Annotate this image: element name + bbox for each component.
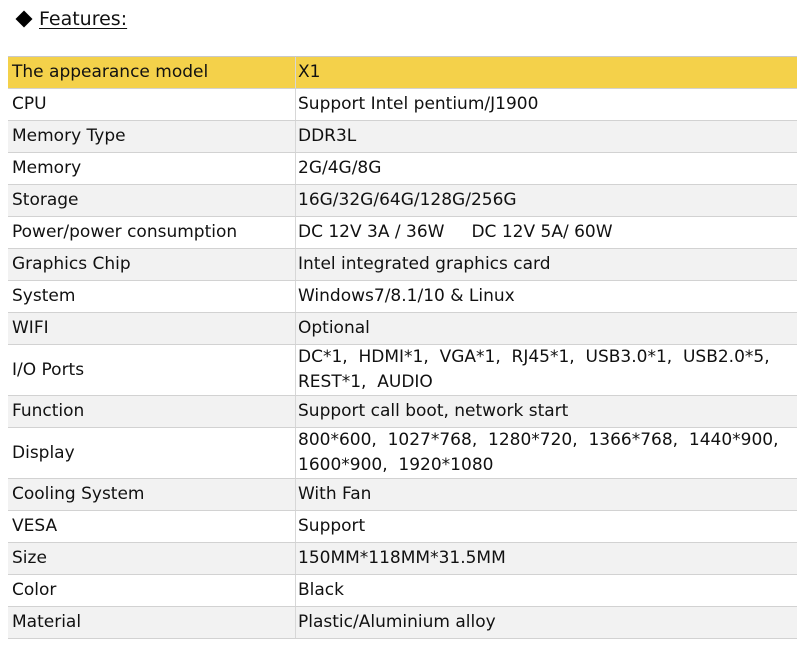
spec-label: VESA <box>8 511 296 542</box>
spec-label: Material <box>8 607 296 638</box>
spec-label: Memory <box>8 153 296 184</box>
spec-row-function: Function Support call boot, network star… <box>8 396 797 428</box>
spec-label: Storage <box>8 185 296 216</box>
spec-value: DDR3L <box>298 126 357 146</box>
spec-label: Cooling System <box>8 479 296 510</box>
spec-value: Windows7/8.1/10 & Linux <box>298 286 515 306</box>
spec-value: 800*600, 1027*768, 1280*720, 1366*768, 1… <box>298 430 790 475</box>
features-title: Features: <box>39 8 128 30</box>
spec-row-color: Color Black <box>8 575 797 607</box>
spec-label: Graphics Chip <box>8 249 296 280</box>
spec-row-io-ports: I/O Ports DC*1, HDMI*1, VGA*1, RJ45*1, U… <box>8 345 797 396</box>
spec-row-storage: Storage 16G/32G/64G/128G/256G <box>8 185 797 217</box>
spec-value: Support Intel pentium/J1900 <box>298 94 539 114</box>
spec-value: Black <box>298 580 344 600</box>
spec-value: Plastic/Aluminium alloy <box>298 612 496 632</box>
spec-value: DC 12V 3A / 36W DC 12V 5A/ 60W <box>298 222 613 242</box>
spec-row-memory-type: Memory Type DDR3L <box>8 121 797 153</box>
spec-row-cpu: CPU Support Intel pentium/J1900 <box>8 89 797 121</box>
spec-value: Optional <box>298 318 370 338</box>
features-heading: Features: <box>14 6 127 32</box>
spec-row-size: Size 150MM*118MM*31.5MM <box>8 543 797 575</box>
spec-label: Memory Type <box>8 121 296 152</box>
spec-value: Intel integrated graphics card <box>298 254 551 274</box>
spec-row-vesa: VESA Support <box>8 511 797 543</box>
spec-row-power: Power/power consumption DC 12V 3A / 36W … <box>8 217 797 249</box>
spec-row-display: Display 800*600, 1027*768, 1280*720, 136… <box>8 428 797 479</box>
spec-row-graphics: Graphics Chip Intel integrated graphics … <box>8 249 797 281</box>
spec-label: System <box>8 281 296 312</box>
spec-value: 16G/32G/64G/128G/256G <box>298 190 517 210</box>
spec-value: 2G/4G/8G <box>298 158 382 178</box>
spec-row-system: System Windows7/8.1/10 & Linux <box>8 281 797 313</box>
spec-row-memory: Memory 2G/4G/8G <box>8 153 797 185</box>
spec-row-cooling: Cooling System With Fan <box>8 479 797 511</box>
spec-row-material: Material Plastic/Aluminium alloy <box>8 607 797 639</box>
spec-header-value: X1 <box>298 62 321 82</box>
spec-value: DC*1, HDMI*1, VGA*1, RJ45*1, USB3.0*1, U… <box>298 347 781 392</box>
spec-label: WIFI <box>8 313 296 344</box>
spec-value: Support <box>298 516 366 536</box>
spec-label: Function <box>8 396 296 427</box>
spec-value: Support call boot, network start <box>298 401 569 421</box>
spec-label: I/O Ports <box>8 345 296 395</box>
spec-label: Display <box>8 428 296 478</box>
spec-value: With Fan <box>298 484 372 504</box>
diamond-bullet-icon <box>15 10 33 28</box>
spec-table: The appearance model X1 CPU Support Inte… <box>8 56 797 639</box>
spec-label: Power/power consumption <box>8 217 296 248</box>
spec-value: 150MM*118MM*31.5MM <box>298 548 506 568</box>
spec-row-wifi: WIFI Optional <box>8 313 797 345</box>
spec-label: CPU <box>8 89 296 120</box>
spec-label: Color <box>8 575 296 606</box>
spec-header-label: The appearance model <box>8 57 296 88</box>
spec-header-row: The appearance model X1 <box>8 57 797 89</box>
spec-label: Size <box>8 543 296 574</box>
